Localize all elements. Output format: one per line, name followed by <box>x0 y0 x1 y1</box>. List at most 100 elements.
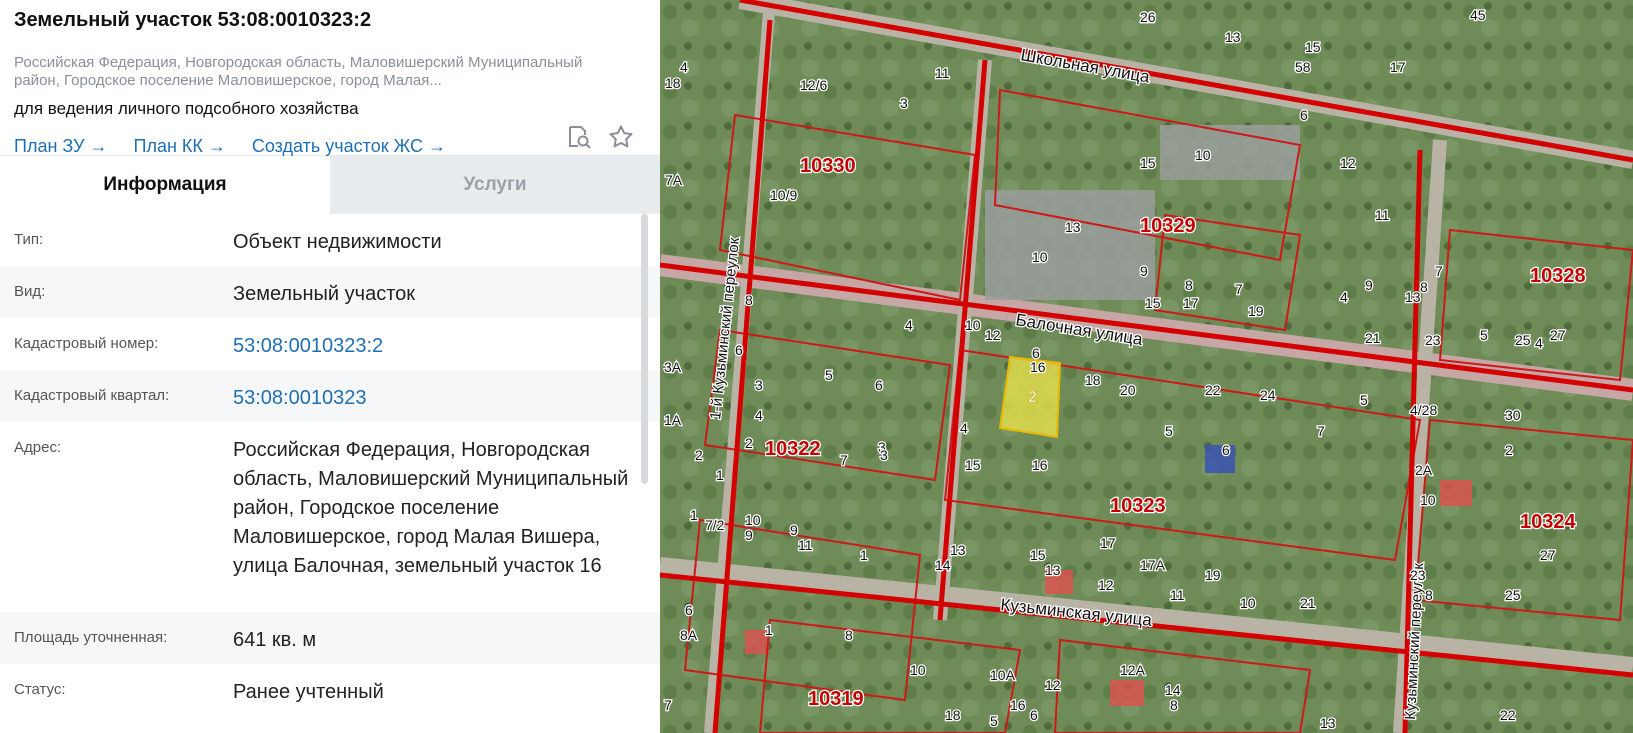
parcel-number-label: 18 <box>1085 372 1101 388</box>
parcel-number-label: 8 <box>1170 697 1178 713</box>
parcel-number-label: 11 <box>1375 207 1390 223</box>
parcel-number-label: 1 <box>716 467 724 483</box>
cadastral-quarter-link[interactable]: 53:08:0010323 <box>233 370 646 422</box>
parcel-number-label: 4/28 <box>1410 402 1437 418</box>
prop-label: Тип: <box>14 231 44 248</box>
parcel-number-label: 2 <box>695 447 703 463</box>
parcel-number-label: 12 <box>1045 677 1061 693</box>
map-canvas[interactable]: 2 Школьная улицаБалочная улицаКузьминска… <box>660 0 1633 733</box>
plan-kk-label: План КК <box>133 136 203 156</box>
parcel-number-label: 4 <box>960 420 968 436</box>
parcel-number-label: 17А <box>1140 557 1166 573</box>
parcel-number-label: 9 <box>1365 277 1373 293</box>
tab-info[interactable]: Информация <box>0 156 330 214</box>
parcel-number-label: 19 <box>1205 567 1221 583</box>
parcel-number-label: 23 <box>1410 567 1426 583</box>
parcel-number-label: 13 <box>1225 29 1241 45</box>
prop-label: Вид: <box>14 283 46 300</box>
parcel-number-label: 24 <box>1260 387 1276 403</box>
scrollbar[interactable] <box>641 214 648 484</box>
parcel-number-label: 8 <box>1185 277 1193 293</box>
parcel-number-label: 6 <box>685 602 693 618</box>
parcel-number-label: 7 <box>1317 423 1325 439</box>
parcel-number-label: 8А <box>680 627 698 643</box>
quarter-label: 10319 <box>808 688 864 710</box>
cadastral-map[interactable]: 2 Школьная улица Балочная улица Кузьминска… <box>660 0 1633 733</box>
parcel-number-label: 12/6 <box>800 77 827 93</box>
search-document-icon[interactable] <box>566 124 592 150</box>
parcel-number-label: 5 <box>1480 327 1488 343</box>
prop-row-cadastral-quarter: Кадастровый квартал: 53:08:0010323 <box>0 370 660 422</box>
arrow-right-icon: → <box>89 136 108 156</box>
tab-services[interactable]: Услуги <box>330 156 660 214</box>
parcel-number-label: 27 <box>1550 327 1566 343</box>
parcel-number-label: 12А <box>1120 662 1146 678</box>
header-actions <box>566 124 634 150</box>
parcel-number-label: 11 <box>1170 587 1185 603</box>
parcel-number-label: 15 <box>965 457 981 473</box>
parcel-number-label: 10 <box>910 662 926 678</box>
parcel-number-label: 3 <box>900 95 908 111</box>
parcel-number-label: 7 <box>840 452 848 468</box>
parcel-number-label: 13 <box>1320 715 1336 731</box>
object-address-short: Российская Федерация, Новгородская облас… <box>14 54 583 89</box>
parcel-number-label: 9 <box>745 527 753 543</box>
parcel-number-label: 12 <box>1340 155 1356 171</box>
parcel-number-label: 12 <box>1098 577 1114 593</box>
parcel-number-label: 18 <box>945 707 961 723</box>
plan-zu-link[interactable]: План ЗУ → <box>14 136 108 157</box>
parcel-number-label: 22 <box>1205 382 1221 398</box>
plan-kk-link[interactable]: План КК → <box>134 136 226 157</box>
object-purpose: для ведения личного подсобного хозяйства <box>14 99 359 118</box>
parcel-number-label: 10 <box>1420 492 1436 508</box>
parcel-number-label: 5 <box>825 367 833 383</box>
parcel-number-label: 1 <box>860 547 868 563</box>
parcel-number-label: 10/9 <box>770 187 797 203</box>
parcel-number-label: 25 <box>1515 332 1531 348</box>
parcel-number-label: 15 <box>1140 155 1156 171</box>
parcel-number-label: 15 <box>1030 547 1046 563</box>
parcel-number-label: 5 <box>1165 423 1173 439</box>
parcel-number-label: 17 <box>1183 295 1199 311</box>
prop-row-status: Статус: Ранее учтенный <box>0 664 660 716</box>
info-panel: Земельный участок 53:08:0010323:2 Россий… <box>0 0 660 733</box>
parcel-number-label: 16 <box>1010 697 1026 713</box>
parcel-number-label: 11 <box>798 537 813 553</box>
parcel-number-label: 10 <box>1195 147 1211 163</box>
parcel-number-label: 13 <box>1065 219 1081 235</box>
parcel-number-label: 13 <box>950 542 966 558</box>
parcel-number-label: 14 <box>935 557 951 573</box>
prop-label: Площадь уточненная: <box>14 629 168 646</box>
parcel-number-label: 58 <box>1295 59 1311 75</box>
parcel-number-label: 15 <box>1145 295 1161 311</box>
prop-value: 641 кв. м <box>233 629 317 651</box>
parcel-number-label: 10 <box>1032 249 1048 265</box>
parcel-number-label: 10 <box>1240 595 1256 611</box>
quarter-label: 10323 <box>1110 495 1166 517</box>
prop-row-kind: Вид: Земельный участок <box>0 266 660 318</box>
parcel-number-label: 4 <box>1340 289 1348 305</box>
parcel-number-label: 13 <box>1405 289 1421 305</box>
parcel-number-label: 2А <box>1415 462 1433 478</box>
parcel-number-label: 19 <box>1248 303 1264 319</box>
prop-value: Объект недвижимости <box>233 231 442 253</box>
parcel-number-label: 7 <box>1235 281 1243 297</box>
object-links: План ЗУ → План КК → Создать участок ЖС → <box>14 136 646 157</box>
cadastral-number-link[interactable]: 53:08:0010323:2 <box>233 318 646 370</box>
parcel-number-label: 17 <box>1390 59 1406 75</box>
create-zhs-link[interactable]: Создать участок ЖС → <box>252 136 446 157</box>
parcel-number-label: 9 <box>1140 263 1148 279</box>
parcel-number-label: 2 <box>745 435 753 451</box>
parcel-number-label: 6 <box>875 377 883 393</box>
parcel-number-label: 18 <box>665 75 681 91</box>
parcel-number-label: 3 <box>880 447 888 463</box>
parcel-number-label: 8 <box>845 627 853 643</box>
quarter-label: 10330 <box>800 155 856 177</box>
parcel-number-label: 7А <box>665 172 683 188</box>
parcel-number-label: 4 <box>680 59 688 75</box>
prop-row-area: Площадь уточненная: 641 кв. м <box>0 612 660 664</box>
prop-value: Ранее учтенный <box>233 681 384 703</box>
plan-zu-label: План ЗУ <box>14 136 85 156</box>
star-icon[interactable] <box>608 124 634 150</box>
parcel-number-label: 12 <box>985 327 1001 343</box>
